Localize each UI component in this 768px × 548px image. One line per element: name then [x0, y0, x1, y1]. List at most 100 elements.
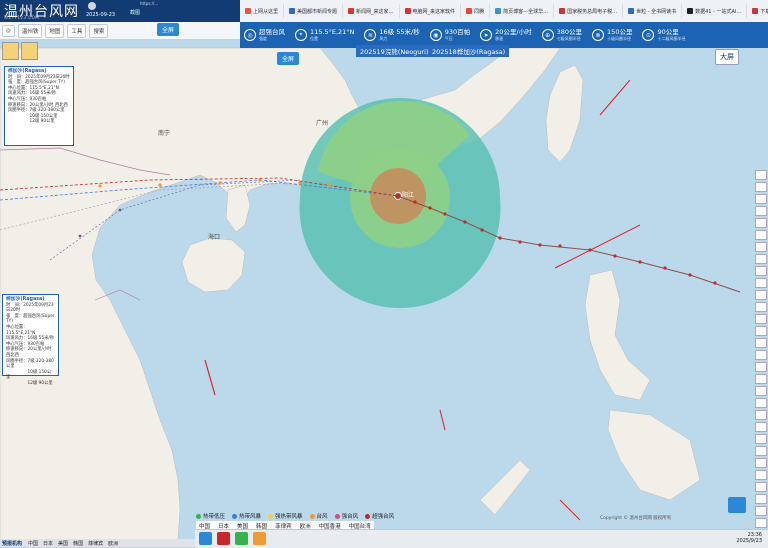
map-tool-icon[interactable] [755, 206, 767, 216]
clock-date: 2025/9/23 [736, 538, 762, 544]
bottom-agency-item[interactable]: 日本 [43, 541, 53, 547]
copyright-text: Copyright © 温州台风网 版权所有 [600, 516, 672, 521]
bookmark-5[interactable]: 简页博客—全球华… [490, 4, 555, 18]
bookmark-2[interactable]: 新闻网_来这家… [343, 4, 400, 18]
map-tool-icon[interactable] [755, 350, 767, 360]
map-fullscreen-button[interactable]: 全屏 [277, 52, 300, 65]
bookmark-favicon-icon [495, 8, 502, 14]
bookmark-7[interactable]: 世粒 - 全书网读书 [623, 4, 683, 18]
user-icon[interactable] [88, 2, 96, 10]
locate-icon[interactable]: ◎ [2, 24, 15, 37]
bookmark-9[interactable]: 下载 [747, 4, 768, 18]
map-tool-icon[interactable] [755, 422, 767, 432]
map-tool-icon[interactable] [755, 446, 767, 456]
info-item-2: ≋ 16级 55米/秒 风力 [364, 28, 420, 42]
typhoon-map[interactable]: 南宁 广州 海口 阳江 [0, 0, 768, 547]
bookmark-6[interactable]: 国家税务总局电子税… [554, 4, 624, 18]
legend-label: 强热带风暴 [275, 514, 303, 520]
bookmark-favicon-icon [404, 8, 411, 14]
popup-line: 强 度：超强台风(Super TY) [8, 80, 65, 86]
bookmark-label: 简页博客—全球华… [503, 8, 549, 15]
bottom-agency-item[interactable]: 中国 [28, 541, 38, 547]
toolbar-item-map[interactable]: 地图 [45, 23, 65, 38]
bookmark-0[interactable]: 上网从这里 [240, 4, 285, 18]
toolbar-item-search[interactable]: 搜索 [89, 23, 109, 38]
map-tool-icon[interactable] [755, 386, 767, 396]
map-tool-icon[interactable] [755, 242, 767, 252]
map-tool-icon[interactable] [755, 254, 767, 264]
legend-intensity-item: 热带低压 [196, 512, 225, 520]
bookmark-3[interactable]: 电脑网_来这家软件 [400, 4, 462, 18]
typhoon-info-popup-bottom: 桦加沙(Ragasa) 时 间：2025年09月23日20时强 度：超强台风(S… [2, 294, 59, 386]
legend-intensity-item: 台风 [309, 512, 328, 520]
popup-line: 风圈半径：7级 320-380公里 [6, 358, 54, 370]
toolbar-item-tools[interactable]: 工具 [67, 23, 87, 38]
bookmark-1[interactable]: 美国都市新闻专题 [284, 4, 344, 18]
info-icon: ◎ [244, 29, 256, 41]
wps-icon[interactable] [217, 532, 230, 545]
map-tool-icon[interactable] [755, 266, 767, 276]
map-tool-icon[interactable] [755, 470, 767, 480]
bottom-agency-item[interactable]: 美国 [58, 541, 68, 547]
big-screen-button[interactable]: 大屏 [715, 49, 739, 65]
bottom-agency-item[interactable]: 欧洲 [108, 541, 118, 547]
info-item-3: ◉ 930百帕 气压 [429, 28, 470, 42]
city-haikou: 海口 [208, 234, 221, 241]
bookmark-8[interactable]: 数据41 - 一站式AI… [682, 4, 748, 18]
map-tool-icon[interactable] [755, 218, 767, 228]
map-tool-icon[interactable] [755, 482, 767, 492]
taskbar: 23:36 2025/9/23 [195, 529, 768, 548]
typhoon-tab-neoguri[interactable]: 202519浣熊(Neoguri) [356, 45, 433, 57]
screenshot-label[interactable]: 截图 [130, 9, 140, 16]
bottom-agency-item[interactable]: 菲律宾 [88, 541, 103, 547]
layer-thumb-2[interactable] [21, 42, 38, 60]
legend-label: 强台风 [341, 514, 359, 520]
map-tool-icon[interactable] [755, 194, 767, 204]
map-tool-icon[interactable] [755, 374, 767, 384]
popup-line: 强 度：超强台风(Super TY) [6, 313, 55, 325]
site-corner-logo[interactable] [728, 497, 746, 513]
map-toolbar: ◎ 温州铁 地图 工具 搜索 [0, 22, 240, 40]
info-icon: ⊕ [541, 29, 554, 41]
fullscreen-button[interactable]: 全屏 [157, 23, 180, 36]
map-tool-icon[interactable] [755, 314, 767, 324]
bottom-agency-item[interactable]: 韩国 [73, 541, 83, 547]
map-tool-icon[interactable] [755, 434, 767, 444]
palawan-island [479, 459, 531, 516]
info-icon: ⊗ [592, 29, 605, 41]
map-tool-icon[interactable] [755, 398, 767, 408]
map-tool-icon[interactable] [755, 410, 767, 420]
city-yangjiang: 阳江 [402, 192, 415, 199]
map-tool-icon[interactable] [755, 170, 767, 180]
legend-dot-icon [196, 514, 201, 519]
map-tool-icon[interactable] [755, 458, 767, 468]
browser-icon[interactable] [235, 532, 248, 545]
map-tool-icon[interactable] [755, 518, 767, 528]
map-tool-icon[interactable] [755, 362, 767, 372]
info-value: 超强台风 [259, 27, 285, 36]
map-tool-icon[interactable] [755, 230, 767, 240]
popup-line: 12级 90公里 [8, 119, 55, 125]
map-tool-icon[interactable] [755, 182, 767, 192]
site-header: 温州台风网 WZTF123.COM 2025-09-23 https://...… [0, 0, 240, 22]
popup-line: 时 间：2025年09月23日20时 [6, 302, 54, 314]
toolbar-item-city[interactable]: 温州铁 [17, 23, 43, 38]
map-tool-icon[interactable] [755, 290, 767, 300]
info-value: 380公里 [556, 27, 583, 36]
map-tool-icon[interactable] [755, 338, 767, 348]
app-icon[interactable] [253, 532, 266, 545]
popup-line: 移速移向：20公里/小时 西北西 [6, 347, 52, 358]
map-tool-icon[interactable] [755, 506, 767, 516]
map-tool-icon[interactable] [755, 326, 767, 336]
info-label: 十级风圈半径 [607, 35, 632, 41]
bottom-agency-bar: 预报机构 中国 日本 美国 韩国 菲律宾 欧洲 [0, 539, 195, 547]
info-label: 七级风圈半径 [556, 35, 581, 41]
layer-thumb-1[interactable] [2, 42, 19, 60]
map-tool-icon[interactable] [755, 278, 767, 288]
map-tool-icon[interactable] [755, 302, 767, 312]
start-icon[interactable] [199, 532, 212, 545]
bookmark-favicon-icon [466, 8, 473, 14]
map-tool-icon[interactable] [755, 494, 767, 504]
typhoon-tab-ragasa[interactable]: 202518桦加沙(Ragasa) [428, 45, 510, 57]
bookmark-4[interactable]: 同腾 [461, 4, 491, 18]
